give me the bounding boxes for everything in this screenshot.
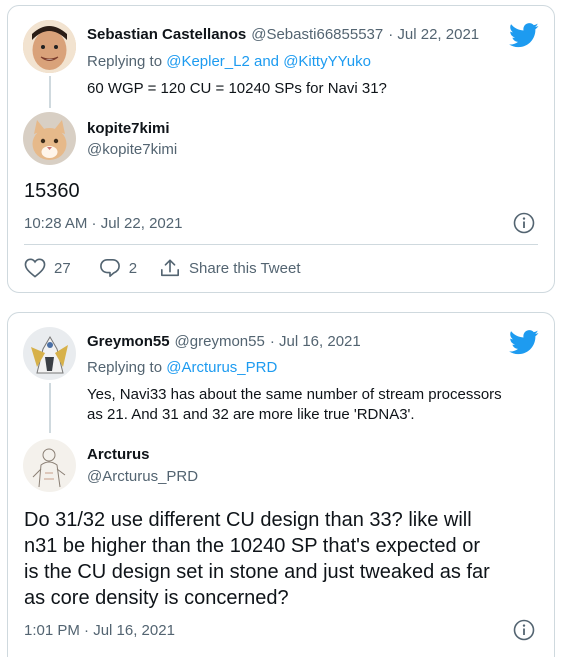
reply-author-handle[interactable]: @kopite7kimi <box>87 141 177 158</box>
replying-to-line: Replying to @Kepler_L2 and @KittyYYuko <box>87 53 371 70</box>
reply-timestamp[interactable]: 1:01 PM · Jul 16, 2021 <box>24 622 175 639</box>
tweet-date[interactable]: · Jul 22, 2021 <box>388 26 479 43</box>
author-handle[interactable]: @Sebasti66855537 <box>251 26 383 43</box>
avatar-greymon55[interactable] <box>23 327 76 380</box>
tweet-date[interactable]: · Jul 16, 2021 <box>270 333 361 350</box>
avatar-cat-image <box>23 112 76 165</box>
parent-tweet-text: 60 WGP = 120 CU = 10240 SPs for Navi 31? <box>87 80 387 97</box>
reply-author-name[interactable]: Arcturus <box>87 446 150 463</box>
parent-tweet-header: Sebastian Castellanos @Sebasti66855537 ·… <box>87 26 479 43</box>
avatar-arcturus[interactable] <box>23 439 76 492</box>
reply-tweet-text: Do 31/32 use different CU design than 33… <box>24 507 544 611</box>
avatar-sebastian[interactable] <box>23 20 76 73</box>
replying-to-label: Replying to <box>87 359 163 376</box>
author-handle[interactable]: @greymon55 <box>175 333 265 350</box>
heart-icon <box>24 258 46 278</box>
avatar-sketch-image <box>23 439 76 492</box>
thread-connector-line <box>49 383 51 433</box>
replying-to-link[interactable]: @Arcturus_PRD <box>166 359 277 376</box>
twitter-bird-icon[interactable] <box>509 23 539 48</box>
info-icon[interactable] <box>513 212 535 234</box>
share-label: Share this Tweet <box>189 259 301 277</box>
reply-button[interactable]: 2 <box>99 258 137 278</box>
parent-tweet-header: Greymon55 @greymon55 · Jul 16, 2021 <box>87 333 361 350</box>
parent-tweet-text-line: as 21. And 31 and 32 are more like true … <box>87 406 415 423</box>
avatar-robot-image <box>23 327 76 380</box>
like-count: 27 <box>54 259 71 277</box>
reply-icon <box>99 259 120 277</box>
embedded-tweet-card-1[interactable]: Sebastian Castellanos @Sebasti66855537 ·… <box>7 5 555 293</box>
reply-timestamp[interactable]: 10:28 AM · Jul 22, 2021 <box>24 215 182 232</box>
info-icon[interactable] <box>513 619 535 641</box>
share-icon <box>161 259 180 277</box>
share-tweet-button[interactable]: Share this Tweet <box>159 258 300 278</box>
reply-tweet-text: 15360 <box>24 180 80 202</box>
author-name[interactable]: Sebastian Castellanos <box>87 26 246 43</box>
reply-tweet-text-line: is the CU design set in stone and just t… <box>24 561 490 583</box>
replying-to-line: Replying to @Arcturus_PRD <box>87 359 277 376</box>
reply-tweet-text-line: Do 31/32 use different CU design than 33… <box>24 509 472 531</box>
embedded-tweet-card-2[interactable]: Greymon55 @greymon55 · Jul 16, 2021 Repl… <box>7 312 555 657</box>
reply-author-name[interactable]: kopite7kimi <box>87 120 170 137</box>
replying-to-label: Replying to <box>87 53 163 70</box>
action-divider <box>24 244 538 245</box>
avatar-kopite7kimi[interactable] <box>23 112 76 165</box>
reply-tweet-text-line: n31 be higher than the 10240 SP that's e… <box>24 535 481 557</box>
parent-tweet-text: Yes, Navi33 has about the same number of… <box>87 385 547 425</box>
twitter-bird-icon[interactable] <box>509 330 539 355</box>
reply-count: 2 <box>128 259 138 277</box>
parent-tweet-text-line: Yes, Navi33 has about the same number of… <box>87 386 502 403</box>
tweet-actions: 27 2 Share this Tweet <box>24 258 300 278</box>
like-button[interactable]: 27 <box>24 258 71 278</box>
author-name[interactable]: Greymon55 <box>87 333 170 350</box>
reply-author-handle[interactable]: @Arcturus_PRD <box>87 468 198 485</box>
replying-to-link[interactable]: @Kepler_L2 and @KittyYYuko <box>166 53 371 70</box>
avatar-face-image <box>23 20 76 73</box>
reply-tweet-text-line: as core density is concerned? <box>24 587 289 609</box>
thread-connector-line <box>49 76 51 108</box>
